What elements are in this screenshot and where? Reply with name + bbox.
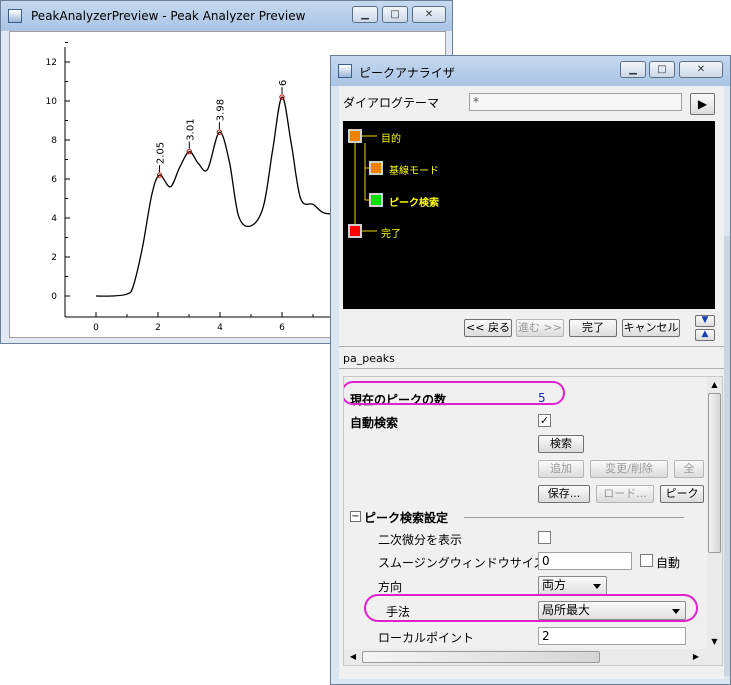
- save-button[interactable]: 保存...: [538, 485, 590, 503]
- load-button[interactable]: ロード...: [596, 485, 654, 503]
- dialog-minimize-icon[interactable]: ▁: [620, 61, 646, 78]
- y-tick-label: 4: [51, 214, 57, 224]
- dialog-maximize-icon[interactable]: □: [649, 61, 675, 78]
- auto-find-checkbox[interactable]: ✓: [538, 414, 551, 427]
- wizard-node-finish[interactable]: [348, 224, 362, 238]
- add-button[interactable]: 追加: [538, 460, 584, 478]
- dialog-title: ピークアナライザ: [359, 66, 455, 80]
- collapse-up-button[interactable]: ▼: [695, 315, 715, 327]
- show-2nd-derivative-label: 二次微分を表示: [378, 533, 463, 547]
- peak-label: 2.05: [156, 142, 167, 164]
- cancel-button[interactable]: キャンセル: [622, 319, 680, 337]
- vertical-scrollbar[interactable]: ▲ ▼: [707, 377, 722, 649]
- horizontal-scroll-thumb[interactable]: [362, 651, 600, 663]
- dialog-titlebar[interactable]: ピークアナライザ ▁ □ ✕: [331, 56, 730, 86]
- divider: [339, 346, 724, 347]
- all-button[interactable]: 全: [674, 460, 704, 478]
- maximize-icon[interactable]: □: [382, 6, 408, 23]
- close-icon[interactable]: ✕: [412, 6, 446, 23]
- y-tick-label: 10: [46, 97, 58, 107]
- local-points-input[interactable]: 2: [538, 627, 686, 645]
- graph-app-icon: [8, 9, 22, 23]
- peak-analyzer-dialog: ピークアナライザ ▁ □ ✕ ダイアログテーマ * ▶ 目的 基線モード ピーク…: [330, 55, 731, 685]
- scroll-left-icon[interactable]: ◀: [346, 649, 360, 665]
- wizard-label-find-peaks[interactable]: ピーク検索: [389, 194, 439, 209]
- wizard-node-baseline-mode[interactable]: [369, 161, 383, 175]
- next-button[interactable]: 進む >>: [516, 319, 564, 337]
- smooth-auto-checkbox[interactable]: [640, 554, 653, 567]
- smooth-auto-label: 自動: [656, 556, 681, 570]
- smooth-window-input[interactable]: 0: [538, 552, 632, 570]
- x-tick-label: 4: [217, 323, 223, 333]
- wizard-label-goal[interactable]: 目的: [381, 130, 401, 145]
- wizard-connectors: [354, 135, 377, 232]
- dialog-theme-label: ダイアログテーマ: [343, 96, 440, 110]
- x-tick-label: 0: [93, 323, 99, 333]
- scroll-down-icon[interactable]: ▼: [707, 634, 722, 649]
- vertical-scroll-thumb[interactable]: [708, 393, 721, 553]
- dialog-client: ダイアログテーマ * ▶ 目的 基線モード ピーク検索 完了 << 戻る 進む …: [339, 86, 724, 679]
- smooth-window-label: スムージングウィンドウサイズ: [378, 556, 546, 570]
- show-2nd-derivative-checkbox[interactable]: [538, 531, 551, 544]
- section-label: ピーク検索設定: [364, 511, 449, 525]
- y-tick-label: 8: [51, 136, 57, 146]
- y-tick-label: 2: [51, 253, 57, 263]
- auto-find-label: 自動検索: [350, 416, 399, 430]
- peak-label: 3.01: [185, 118, 196, 140]
- direction-label: 方向: [378, 580, 403, 594]
- back-button[interactable]: << 戻る: [464, 319, 512, 337]
- peak-label: 3.98: [215, 99, 226, 121]
- horizontal-scrollbar[interactable]: ◀ ▶: [344, 649, 722, 665]
- method-highlight: [364, 594, 698, 622]
- dialog-close-icon[interactable]: ✕: [679, 61, 723, 78]
- dialog-theme-input[interactable]: *: [469, 93, 682, 111]
- wizard-node-find-peaks[interactable]: [369, 193, 383, 207]
- section-toggle-icon[interactable]: −: [350, 511, 361, 522]
- y-tick-label: 6: [51, 175, 57, 185]
- expand-down-button[interactable]: ▲: [695, 329, 715, 341]
- divider: [339, 368, 724, 369]
- wizard-label-baseline-mode[interactable]: 基線モード: [389, 162, 439, 177]
- y-tick-label: 12: [46, 58, 57, 68]
- dialog-app-icon: [338, 64, 352, 78]
- theme-menu-button[interactable]: ▶: [690, 93, 715, 115]
- peak-label: 6: [278, 80, 289, 86]
- settings-panel: 現在のピークの数 5 自動検索 ✓ 検索 追加 変更/削除 全 保存... ロー…: [343, 376, 723, 666]
- peak-count-highlight: [344, 381, 565, 405]
- y-tick-label: 0: [51, 292, 57, 302]
- graph-window-title: PeakAnalyzerPreview - Peak Analyzer Prev…: [31, 9, 306, 23]
- graph-titlebar[interactable]: PeakAnalyzerPreview - Peak Analyzer Prev…: [1, 1, 452, 31]
- wizard-label-finish[interactable]: 完了: [381, 225, 401, 240]
- section-rule: [464, 517, 684, 518]
- dialog-scrollbar[interactable]: [724, 236, 730, 676]
- chevron-down-icon: [593, 584, 601, 589]
- scroll-right-icon[interactable]: ▶: [689, 649, 703, 665]
- find-button[interactable]: 検索: [538, 435, 584, 453]
- x-tick-label: 2: [155, 323, 161, 333]
- wizard-map: 目的 基線モード ピーク検索 完了: [343, 121, 715, 309]
- wizard-node-goal[interactable]: [348, 129, 362, 143]
- local-points-label: ローカルポイント: [378, 631, 475, 645]
- scroll-up-icon[interactable]: ▲: [707, 377, 722, 392]
- direction-select[interactable]: 両方: [538, 576, 607, 595]
- direction-select-value: 両方: [542, 578, 567, 592]
- page-name: pa_peaks: [343, 352, 395, 365]
- modify-delete-button[interactable]: 変更/削除: [590, 460, 668, 478]
- x-tick-label: 6: [279, 323, 285, 333]
- peak-button[interactable]: ピーク: [660, 485, 704, 503]
- minimize-icon[interactable]: ▁: [352, 6, 378, 23]
- data-curve: [95, 96, 332, 297]
- finish-button[interactable]: 完了: [569, 319, 617, 337]
